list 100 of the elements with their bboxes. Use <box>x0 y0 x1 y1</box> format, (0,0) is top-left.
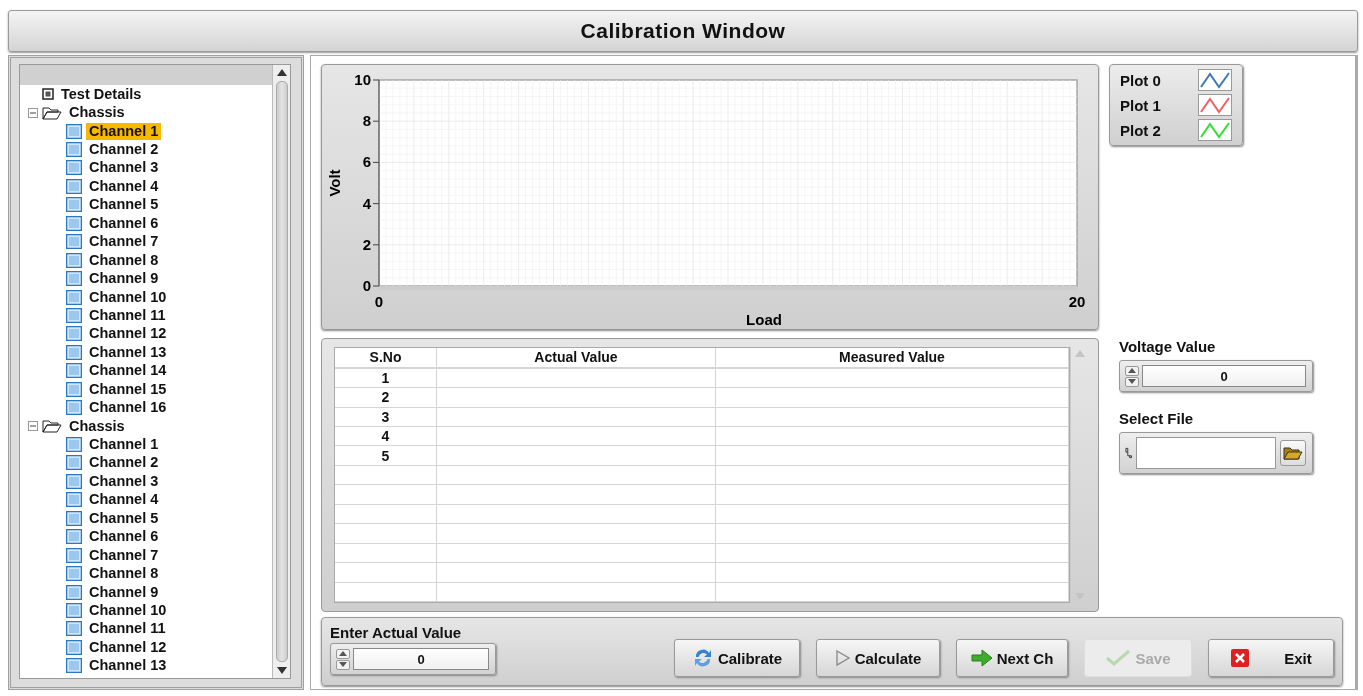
window-title: Calibration Window <box>580 19 786 43</box>
increment-button[interactable] <box>1125 365 1139 376</box>
path-icon <box>1125 447 1133 459</box>
channel-icon <box>66 271 82 287</box>
channel-icon <box>66 178 82 194</box>
tree-item[interactable]: Channel 2 <box>86 141 162 159</box>
tree-item[interactable]: Channel 12 <box>86 325 170 343</box>
tree-item[interactable]: Channel 12 <box>86 638 170 656</box>
channel-icon <box>66 492 82 508</box>
document-icon <box>42 88 54 101</box>
tree-item[interactable]: Channel 13 <box>86 343 170 361</box>
y-axis-title: Volt <box>326 169 343 197</box>
channel-icon <box>66 602 82 618</box>
field-label: Select File <box>1119 410 1195 427</box>
tree-item[interactable]: Channel 4 <box>86 177 162 195</box>
browse-button[interactable] <box>1279 440 1306 466</box>
close-icon <box>1230 648 1251 668</box>
tree-item[interactable]: Channel 2 <box>86 454 162 472</box>
tree-item[interactable]: Channel 5 <box>86 196 162 214</box>
y-tick-label: 8 <box>362 112 371 130</box>
table-cell: 1 <box>335 368 437 388</box>
x-tick-label: 20 <box>1068 293 1086 310</box>
folder-icon <box>42 105 62 120</box>
tree-item[interactable]: Channel 3 <box>86 472 162 490</box>
file-path-control[interactable] <box>1119 432 1313 474</box>
field-label: Voltage Value <box>1119 338 1217 355</box>
channel-icon <box>66 234 82 250</box>
legend-label: Plot 0 <box>1120 71 1161 89</box>
y-tick-label: 4 <box>362 194 371 212</box>
decrement-button[interactable] <box>336 659 350 670</box>
decrement-button[interactable] <box>1125 376 1139 387</box>
tree-item[interactable]: Channel 9 <box>86 270 162 288</box>
collapse-icon[interactable] <box>28 421 38 432</box>
tree-item[interactable]: Channel 3 <box>86 159 162 177</box>
tree-item[interactable]: Channel 14 <box>86 362 170 380</box>
channel-icon <box>66 289 82 305</box>
down-arrow-icon <box>339 662 347 667</box>
table-cell: 4 <box>335 427 437 446</box>
action-button[interactable]: Next Ch <box>956 639 1068 677</box>
tree-item[interactable]: Channel 9 <box>86 583 162 601</box>
channel-icon <box>66 197 82 213</box>
tree-item[interactable]: Channel 6 <box>86 214 162 232</box>
line-swatch <box>1198 94 1232 116</box>
tree-item[interactable]: Channel 8 <box>86 251 162 269</box>
channel-icon <box>66 547 82 563</box>
channel-icon <box>66 363 82 379</box>
down-arrow-icon <box>1128 379 1136 384</box>
channel-icon <box>66 326 82 342</box>
line-swatch <box>1198 69 1232 91</box>
collapse-icon[interactable] <box>28 107 38 118</box>
tree-item[interactable]: Channel 11 <box>86 306 169 324</box>
channel-icon <box>66 123 82 139</box>
table-cell: 5 <box>335 446 437 465</box>
tree-item[interactable]: Channel 16 <box>86 399 170 417</box>
channel-icon <box>66 344 82 360</box>
numeric-control[interactable]: 0 <box>1119 360 1313 392</box>
table-cell: 3 <box>335 407 437 426</box>
channel-icon <box>66 381 82 397</box>
up-arrow-icon <box>339 651 347 656</box>
channel-icon <box>66 529 82 545</box>
column-header: Measured Value <box>716 348 1069 367</box>
channel-icon <box>66 160 82 176</box>
channel-icon <box>66 510 82 526</box>
x-axis-title: Load <box>746 311 782 328</box>
checkmark-icon <box>1105 649 1132 667</box>
exit-button[interactable]: Exit <box>1208 639 1334 677</box>
tree-item[interactable]: Channel 8 <box>86 565 162 583</box>
numeric-control[interactable]: 0 <box>330 643 496 675</box>
tree-item[interactable]: Channel 1 <box>86 436 162 454</box>
tree-item[interactable]: Channel 7 <box>86 546 162 564</box>
channel-icon <box>66 437 82 453</box>
column-header: S.No <box>335 348 437 367</box>
folder-icon <box>42 419 62 434</box>
tree-item[interactable]: Chassis <box>66 104 128 122</box>
legend-label: Plot 1 <box>1120 96 1161 114</box>
tree-item[interactable]: Channel 7 <box>86 233 162 251</box>
tree-item[interactable]: Channel 10 <box>86 601 170 619</box>
tree-item[interactable]: Channel 4 <box>86 491 162 509</box>
tree-item[interactable]: Channel 1 <box>86 122 162 140</box>
tree-item[interactable]: Channel 11 <box>86 620 169 638</box>
column-header: Actual Value <box>437 348 716 367</box>
tree-item[interactable]: Test Details <box>58 85 145 103</box>
action-button[interactable]: Calibrate <box>674 639 800 677</box>
value-field[interactable]: 0 <box>353 648 489 670</box>
value-field[interactable]: 0 <box>1142 365 1306 387</box>
tree-item[interactable]: Channel 6 <box>86 528 162 546</box>
tree-item[interactable]: Channel 13 <box>86 657 170 675</box>
channel-icon <box>66 584 82 600</box>
table-cell: 2 <box>335 388 437 407</box>
tree-item[interactable]: Channel 15 <box>86 380 170 398</box>
scrollbar[interactable] <box>272 65 290 678</box>
line-swatch <box>1198 119 1232 141</box>
play-icon <box>834 649 851 667</box>
tree-item[interactable]: Channel 10 <box>86 288 170 306</box>
tree-item[interactable]: Chassis <box>66 417 128 435</box>
tree-item[interactable]: Channel 5 <box>86 509 162 527</box>
y-tick-label: 2 <box>362 235 371 253</box>
channel-icon <box>66 658 82 674</box>
action-button[interactable]: Calculate <box>816 639 940 677</box>
increment-button[interactable] <box>336 648 350 659</box>
